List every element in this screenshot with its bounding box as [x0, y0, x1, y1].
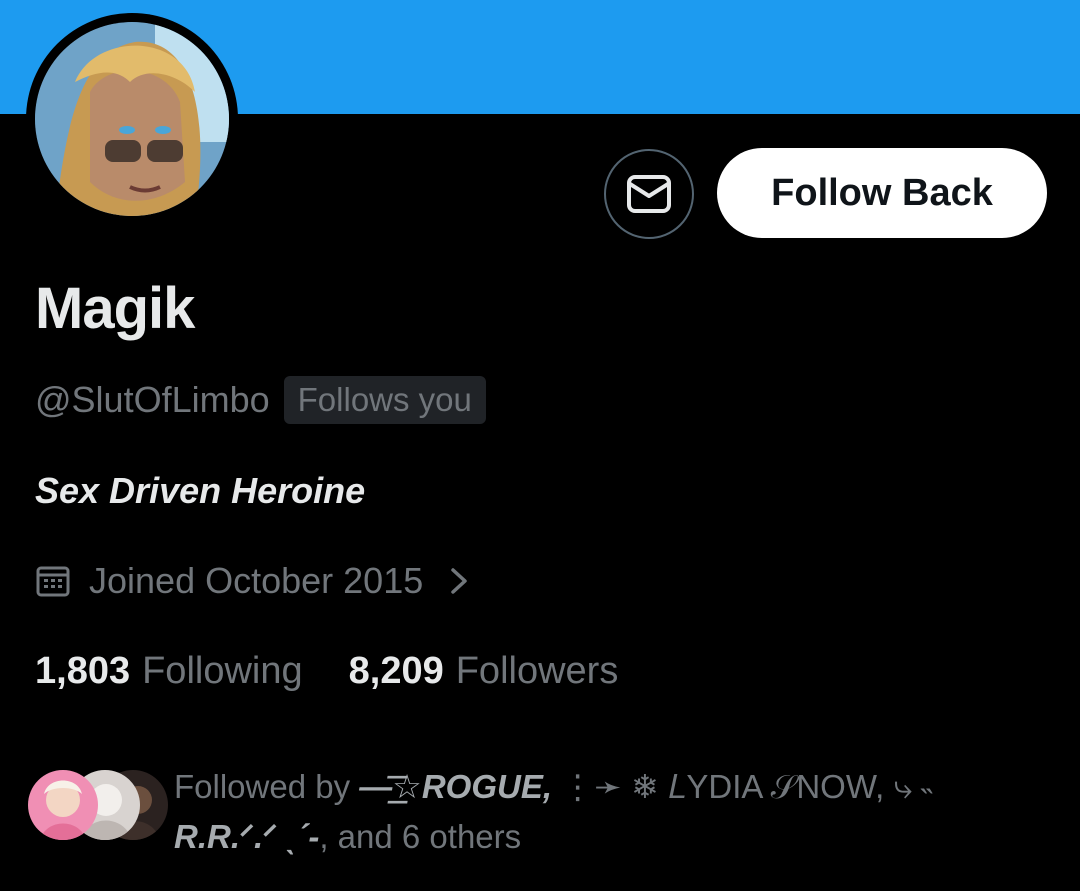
avatar[interactable] [35, 22, 229, 216]
bio: Sex Driven Heroine [35, 470, 366, 511]
handle: @SlutOfLimbo [35, 379, 270, 420]
followers-stat[interactable]: 8,209 Followers [349, 650, 619, 693]
calendar-icon [36, 566, 70, 597]
followed-by[interactable]: Followed by —͟͞☆ROGUE, ⋮➛ ❄ 𝐿YDIA 𝒮NOW, … [28, 762, 1058, 862]
follow-back-button[interactable]: Follow Back [717, 148, 1047, 238]
envelope-icon [627, 175, 671, 213]
message-button[interactable] [604, 149, 694, 239]
follower-avatar-1 [28, 770, 98, 840]
followed-by-user-middle[interactable]: ⋮➛ ❄ 𝐿YDIA 𝒮NOW, ⤷ ˵ [552, 768, 932, 805]
stats-row: 1,803 Following 8,209 Followers [35, 650, 618, 693]
followers-count: 8,209 [348, 650, 444, 692]
followed-by-user-2[interactable]: R.R.ᐟ.ᐟ ˎˊ- [174, 818, 319, 855]
following-count: 1,803 [35, 650, 131, 692]
followed-by-suffix: , and 6 others [319, 818, 522, 855]
chevron-right-icon[interactable] [445, 566, 473, 596]
follows-you-badge: Follows you [283, 376, 486, 424]
handle-row: @SlutOfLimbo Follows you [35, 376, 486, 424]
following-stat[interactable]: 1,803 Following [35, 650, 303, 693]
following-label: Following [142, 650, 303, 692]
followed-by-prefix: Followed by [174, 768, 360, 805]
followers-label: Followers [455, 650, 619, 692]
joined-date: Joined October 2015 [89, 560, 424, 601]
avatar-image [35, 22, 229, 216]
followed-by-text: Followed by —͟͞☆ROGUE, ⋮➛ ❄ 𝐿YDIA 𝒮NOW, … [174, 762, 1034, 862]
display-name: Magik [35, 276, 195, 341]
followed-by-user-1[interactable]: —͟͞☆ROGUE, [359, 768, 552, 805]
joined-row[interactable]: Joined October 2015 [35, 560, 473, 602]
